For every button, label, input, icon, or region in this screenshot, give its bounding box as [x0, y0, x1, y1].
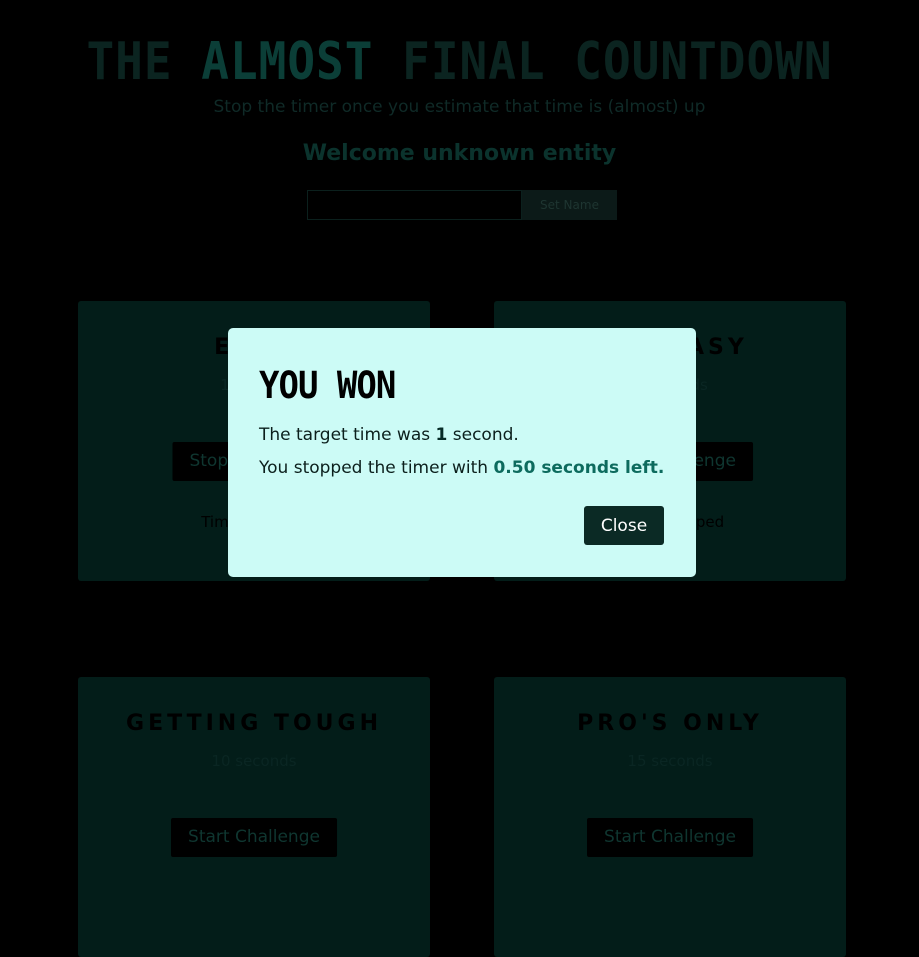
close-button[interactable]: Close	[584, 506, 664, 545]
target-time-prefix: The target time was	[259, 425, 431, 445]
target-time-text: The target time was 1 second.	[259, 425, 519, 445]
page: THE ALMOST FINAL COUNTDOWN Stop the time…	[0, 0, 919, 957]
target-time-value: 1	[435, 425, 448, 445]
remaining-time-value: 0.50 seconds left.	[493, 458, 665, 478]
remaining-time-prefix: You stopped the timer with	[259, 458, 489, 478]
modal-title: YOU WON	[259, 364, 396, 408]
remaining-time-text: You stopped the timer with 0.50 seconds …	[259, 458, 664, 478]
target-time-suffix: second.	[452, 425, 519, 445]
result-modal: YOU WON The target time was 1 second. Yo…	[228, 328, 696, 577]
